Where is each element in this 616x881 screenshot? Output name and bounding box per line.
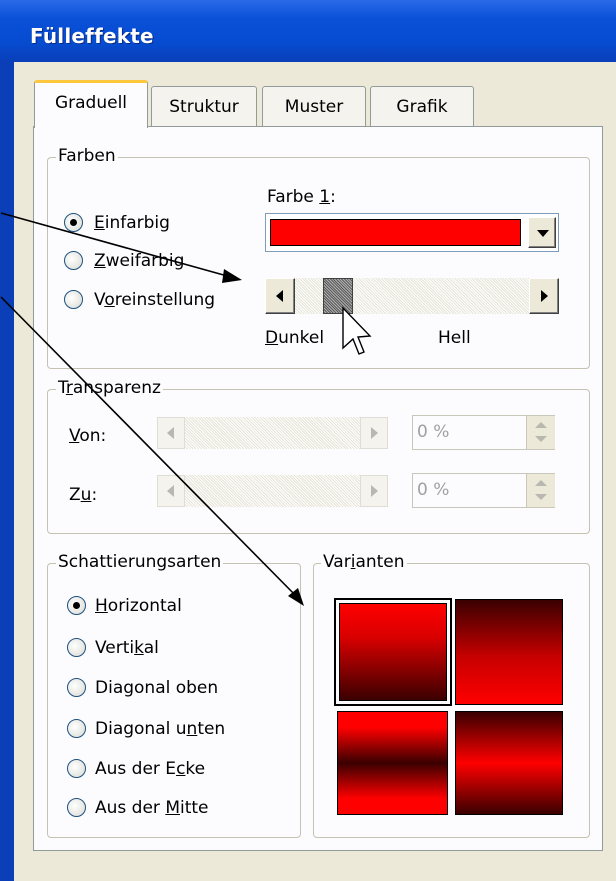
arrow-line-1 <box>0 212 239 280</box>
arrow-line-2 <box>0 296 301 601</box>
annotation-arrows <box>0 212 372 606</box>
tab-graduell[interactable]: Graduell <box>34 80 148 128</box>
arrow-head-1 <box>222 269 242 283</box>
mouse-pointer-icon <box>342 306 372 355</box>
